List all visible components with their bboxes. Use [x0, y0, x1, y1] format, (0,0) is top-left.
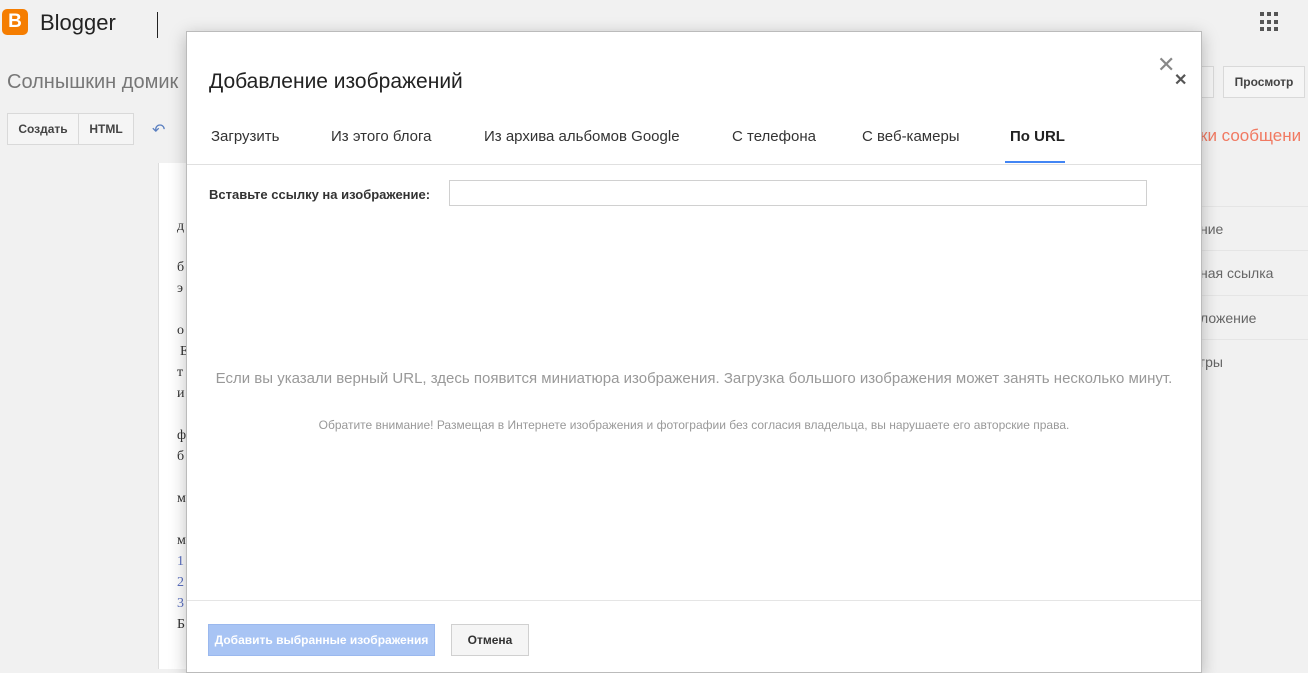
brand-name[interactable]: Blogger: [40, 10, 116, 36]
tab-from-blog[interactable]: Из этого блога: [331, 128, 432, 145]
add-images-dialog: Добавление изображений ✕ ✕ Загрузить Из …: [186, 31, 1202, 673]
undo-icon[interactable]: ↶: [152, 120, 165, 140]
divider: [187, 600, 1201, 601]
blog-title: Солнышкин домик: [7, 71, 179, 93]
active-tab-indicator: [1005, 161, 1065, 163]
tab-webcam[interactable]: С веб-камеры: [862, 128, 960, 145]
close-icon[interactable]: ✕: [1157, 52, 1175, 78]
compose-mode-button[interactable]: Создать: [7, 113, 79, 145]
add-selected-images-button[interactable]: Добавить выбранные изображения: [208, 624, 435, 656]
tab-upload[interactable]: Загрузить: [211, 128, 280, 145]
editor-line: м: [177, 533, 186, 548]
sidebar-item-location[interactable]: ложение: [1200, 295, 1308, 340]
url-field-label: Вставьте ссылку на изображение:: [209, 187, 431, 202]
editor-link[interactable]: 3: [177, 596, 184, 612]
editor-line: и: [177, 386, 185, 401]
sidebar-item-schedule[interactable]: ние: [1200, 206, 1308, 251]
dialog-title: Добавление изображений: [209, 70, 463, 93]
tab-google-albums[interactable]: Из архива альбомов Google: [484, 128, 680, 145]
editor-line: д: [177, 219, 185, 234]
tab-phone[interactable]: С телефона: [732, 128, 816, 145]
close-icon[interactable]: ✕: [1174, 70, 1187, 90]
dialog-tabs: Загрузить Из этого блога Из архива альбо…: [187, 120, 1201, 165]
editor-line: Б: [177, 617, 186, 632]
editor-line: б: [177, 449, 185, 464]
editor-line: т: [177, 365, 184, 380]
editor-line: э: [177, 281, 184, 296]
thumbnail-hint: Если вы указали верный URL, здесь появит…: [215, 370, 1173, 387]
html-mode-button[interactable]: HTML: [78, 113, 134, 145]
image-url-input[interactable]: [449, 180, 1147, 206]
editor-line: о: [177, 323, 184, 338]
editor-line: б: [177, 260, 185, 275]
tab-by-url[interactable]: По URL: [1010, 128, 1065, 145]
editor-link[interactable]: 1: [177, 554, 184, 570]
post-settings-link[interactable]: ки сообщени: [1200, 126, 1301, 146]
sidebar-item-options[interactable]: гры: [1200, 339, 1308, 384]
copyright-note: Обратите внимание! Размещая в Интернете …: [318, 418, 1070, 432]
blogger-logo-icon[interactable]: B: [2, 9, 28, 35]
cancel-button[interactable]: Отмена: [451, 624, 529, 656]
divider: [157, 12, 158, 38]
editor-link[interactable]: 2: [177, 575, 184, 591]
sidebar-item-permalink[interactable]: ная ссылка: [1200, 250, 1308, 295]
apps-grid-icon[interactable]: [1260, 12, 1280, 32]
editor-line: ф: [177, 428, 187, 443]
editor-line: м: [177, 491, 186, 506]
preview-button[interactable]: Просмотр: [1223, 66, 1305, 98]
